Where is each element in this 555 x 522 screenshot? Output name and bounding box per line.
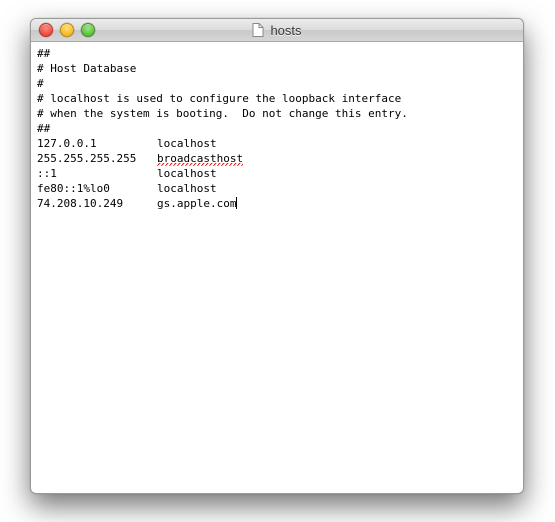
- window-title: hosts: [270, 23, 301, 38]
- text-area[interactable]: ## # Host Database # # localhost is used…: [31, 42, 523, 215]
- host-ip: 74.208.10.249: [37, 196, 157, 211]
- host-name: broadcasthost: [157, 152, 243, 166]
- text-line: # localhost is used to configure the loo…: [37, 92, 401, 105]
- text-line: #: [37, 77, 44, 90]
- host-name: localhost: [157, 182, 217, 195]
- host-ip: 127.0.0.1: [37, 136, 157, 151]
- text-line: # Host Database: [37, 62, 136, 75]
- close-icon[interactable]: [39, 23, 53, 37]
- host-ip: 255.255.255.255: [37, 151, 157, 166]
- titlebar[interactable]: hosts: [31, 19, 523, 42]
- host-name: gs.apple.com: [157, 197, 236, 210]
- text-line: # when the system is booting. Do not cha…: [37, 107, 408, 120]
- host-name: localhost: [157, 137, 217, 150]
- host-entry: ::1localhost: [37, 167, 217, 180]
- host-entry: 255.255.255.255broadcasthost: [37, 152, 243, 165]
- host-entry: 127.0.0.1localhost: [37, 137, 217, 150]
- window-controls: [31, 23, 95, 37]
- host-ip: fe80::1%lo0: [37, 181, 157, 196]
- editor-window: hosts ## # Host Database # # localhost i…: [30, 18, 524, 494]
- text-cursor-icon: [236, 197, 237, 209]
- host-entry: 74.208.10.249gs.apple.com: [37, 197, 237, 210]
- minimize-icon[interactable]: [60, 23, 74, 37]
- text-line: ##: [37, 122, 50, 135]
- text-line: ##: [37, 47, 50, 60]
- document-icon: [252, 23, 264, 37]
- host-ip: ::1: [37, 166, 157, 181]
- host-name: localhost: [157, 167, 217, 180]
- host-entry: fe80::1%lo0localhost: [37, 182, 217, 195]
- title-group: hosts: [31, 23, 523, 38]
- zoom-icon[interactable]: [81, 23, 95, 37]
